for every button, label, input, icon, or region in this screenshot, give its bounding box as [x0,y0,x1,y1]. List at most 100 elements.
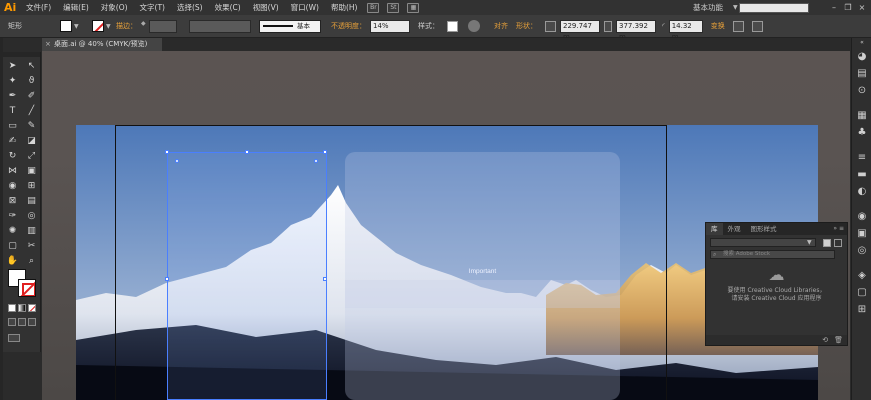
close-button[interactable]: × [857,3,867,12]
rectangle-icon[interactable]: ▭ [4,120,21,133]
width-field[interactable]: 229.747 m [560,19,600,41]
pathfinder-icon[interactable]: ⊞ [852,301,871,318]
stroke-label[interactable]: 描边： [116,21,137,31]
cc-libraries-icon[interactable]: ⊙ [852,82,871,99]
column-graph-icon[interactable]: ▥ [23,225,40,238]
corner-widget-tl[interactable] [175,159,179,163]
direct-selection-icon[interactable]: ↖ [23,60,40,73]
collapse-dock-icon[interactable]: « [852,38,871,48]
eraser-icon[interactable]: ◪ [23,135,40,148]
color-guide-icon[interactable]: ▤ [852,65,871,82]
close-tab-icon[interactable]: × [45,38,51,51]
appearance-icon[interactable]: ◉ [852,208,871,225]
color-icon[interactable] [8,304,16,312]
chevron-down-icon[interactable]: ▼ [74,23,80,30]
resize-handle-tr[interactable] [323,150,327,154]
none-icon[interactable] [28,304,36,312]
selected-rectangle[interactable] [165,150,327,400]
rotate-icon[interactable]: ↻ [4,150,21,163]
tab-graphic-styles[interactable]: 图形样式 [746,223,782,235]
corner-type-icon[interactable]: ◜ [662,22,665,30]
resize-handle-tm[interactable] [245,150,249,154]
artboard-icon[interactable]: ▢ [4,240,21,253]
slice-icon[interactable]: ✂ [23,240,40,253]
menu-object[interactable]: 对象(O) [95,0,134,15]
scale-icon[interactable]: ⤢ [23,150,40,163]
library-dropdown[interactable]: ▼ [710,238,816,247]
menu-type[interactable]: 文字(T) [134,0,171,15]
zoom-icon[interactable]: ⌕ [23,255,40,268]
shaper-icon[interactable]: ✍ [4,135,21,148]
align-icon[interactable]: ◎ [852,242,871,259]
magic-wand-icon[interactable]: ✦ [4,75,21,88]
graphic-styles-icon[interactable]: ▣ [852,225,871,242]
symbol-sprayer-icon[interactable]: ✺ [4,225,21,238]
bridge-icon[interactable]: Br [367,2,380,13]
screen-mode-icon[interactable] [8,334,20,342]
draw-inside-icon[interactable] [28,318,36,326]
symbols-icon[interactable]: ♣ [852,124,871,141]
opacity-field[interactable]: 14% [370,19,410,33]
stroke-weight-field[interactable] [149,19,177,33]
warp-icon[interactable]: ▣ [23,165,40,178]
panel-menu-icon[interactable]: » ≡ [833,223,844,235]
workspace-switcher[interactable]: 基本功能 [693,2,723,13]
grid-view-icon[interactable] [823,238,831,247]
gradient-mode-icon[interactable] [18,304,26,312]
hand-icon[interactable]: ✋ [4,255,21,268]
recolor-artwork-icon[interactable] [468,20,480,32]
grid-icon[interactable] [545,20,556,32]
menu-view[interactable]: 视图(V) [247,0,285,15]
tab-appearance[interactable]: 外观 [723,223,746,235]
glass-card[interactable]: Important [345,152,620,400]
gradient-panel-icon[interactable]: ▬ [852,166,871,183]
resize-handle-tl[interactable] [165,150,169,154]
panel-menu-icon[interactable] [751,20,763,32]
lasso-icon[interactable]: ϑ [23,75,40,88]
resize-handle-ml[interactable] [165,277,169,281]
chevron-down-icon[interactable]: ▼ [106,23,112,30]
brushes-icon[interactable]: ▦ [852,107,871,124]
document-tab[interactable]: 桌面.ai @ 40% (CMYK/预览) [42,38,162,51]
menu-effect[interactable]: 效果(C) [209,0,247,15]
menu-window[interactable]: 窗口(W) [285,0,325,15]
draw-normal-icon[interactable] [8,318,16,326]
stock-search-input[interactable]: ⌕ 搜索 Adobe Stock [710,250,835,259]
align-label[interactable]: 对齐 [494,21,508,31]
layers-icon[interactable]: ◈ [852,267,871,284]
isolate-icon[interactable] [732,20,744,32]
variable-width-field[interactable] [189,19,251,33]
gradient-icon[interactable]: ▤ [23,195,40,208]
stroke-swatch[interactable] [92,20,104,32]
menu-edit[interactable]: 编辑(E) [57,0,95,15]
transform-label[interactable]: 变换 [711,21,725,31]
stroke-weight-stepper[interactable]: ◆ [141,20,149,32]
restore-button[interactable]: ❐ [843,3,853,12]
list-view-icon[interactable] [834,238,842,247]
paintbrush-icon[interactable]: ✎ [23,120,40,133]
stock-icon[interactable]: St [387,2,400,13]
curvature-icon[interactable]: ✐ [23,90,40,103]
delete-icon[interactable]: 🗑 [834,336,843,344]
color-icon[interactable]: ◕ [852,48,871,65]
width-icon[interactable]: ⋈ [4,165,21,178]
corner-radius-field[interactable]: 14.32 m [668,19,703,41]
minimize-button[interactable]: – [829,3,839,12]
stroke-icon[interactable]: ≡ [852,149,871,166]
transparency-icon[interactable]: ◐ [852,183,871,200]
help-search-input[interactable] [739,2,809,13]
blend-icon[interactable]: ◎ [23,210,40,223]
height-field[interactable]: 377.392 m [616,19,656,41]
corner-widget-tr[interactable] [314,159,318,163]
fill-swatch[interactable] [60,20,72,32]
brush-definition-dropdown[interactable]: 基本 [259,19,321,33]
eyedropper-icon[interactable]: ✑ [4,210,21,223]
shape-label[interactable]: 形状： [516,21,537,31]
cc-sync-icon[interactable]: ⟲ [822,336,828,344]
draw-behind-icon[interactable] [18,318,26,326]
perspective-icon[interactable]: ⊞ [23,180,40,193]
artboards-icon[interactable]: ▢ [852,284,871,301]
graphic-style-swatch[interactable] [447,20,458,32]
line-icon[interactable]: ╱ [23,105,40,118]
arrange-documents-icon[interactable]: ▦ [407,2,420,13]
